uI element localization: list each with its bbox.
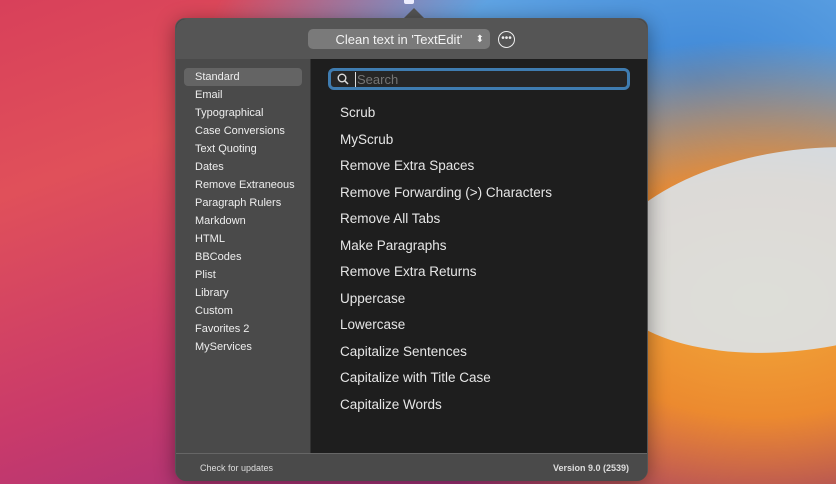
action-item[interactable]: Scrub [328, 100, 630, 127]
sidebar-item[interactable]: Standard [184, 68, 302, 86]
action-item[interactable]: Remove Extra Spaces [328, 153, 630, 180]
sidebar-item[interactable]: MyServices [184, 338, 302, 356]
check-updates-link[interactable]: Check for updates [200, 463, 273, 473]
search-field[interactable] [328, 68, 630, 90]
popover-arrow [404, 8, 424, 18]
action-item[interactable]: MyScrub [328, 127, 630, 154]
version-label: Version 9.0 (2539) [552, 462, 629, 473]
category-sidebar: Standard Email Typographical Case Conversio… [176, 59, 311, 453]
sidebar-item[interactable]: Favorites 2 [184, 320, 302, 338]
header: Clean text in 'TextEdit' ⬍ ••• [176, 19, 647, 59]
sidebar-item[interactable]: Remove Extraneous [184, 176, 302, 194]
sidebar-item[interactable]: Custom [184, 302, 302, 320]
action-item[interactable]: Lowercase [328, 312, 630, 339]
search-icon [337, 73, 349, 85]
sidebar-item[interactable]: BBCodes [184, 248, 302, 266]
sidebar-item[interactable]: Library [184, 284, 302, 302]
sidebar-item[interactable]: Markdown [184, 212, 302, 230]
sidebar-item[interactable]: Text Quoting [184, 140, 302, 158]
action-item[interactable]: Capitalize Words [328, 392, 630, 419]
action-item[interactable]: Remove All Tabs [328, 206, 630, 233]
target-app-label: Clean text in 'TextEdit' [335, 31, 463, 47]
action-item[interactable]: Uppercase [328, 286, 630, 313]
action-item[interactable]: Make Paragraphs [328, 233, 630, 260]
action-item[interactable]: Remove Extra Returns [328, 259, 630, 286]
chevron-updown-icon: ⬍ [475, 33, 484, 45]
sidebar-item[interactable]: Paragraph Rulers [184, 194, 302, 212]
action-item[interactable]: Capitalize Sentences [328, 339, 630, 366]
menubar-app-icon[interactable] [404, 0, 414, 4]
sidebar-item[interactable]: HTML [184, 230, 302, 248]
actions-list: Scrub MyScrub Remove Extra Spaces Remove Fo… [328, 100, 630, 418]
search-input[interactable] [355, 71, 615, 87]
popover-panel: Clean text in 'TextEdit' ⬍ ••• Standard Em… [175, 18, 648, 481]
footer: Check for updates Version 9.0 (2539) [176, 453, 647, 481]
action-item[interactable]: Capitalize with Title Case [328, 365, 630, 392]
sidebar-item[interactable]: Dates [184, 158, 302, 176]
sidebar-item[interactable]: Typographical [184, 104, 302, 122]
more-options-icon[interactable]: ••• [498, 30, 515, 48]
sidebar-item[interactable]: Plist [184, 266, 302, 284]
actions-pane: ScrubMyScrubRemove Extra SpacesRemove Fo… [311, 59, 647, 453]
action-item[interactable]: Remove Forwarding (>) Characters [328, 180, 630, 207]
target-app-popup[interactable]: Clean text in 'TextEdit' ⬍ [308, 29, 490, 49]
sidebar-item[interactable]: Email [184, 86, 302, 104]
sidebar-item[interactable]: Case Conversions [184, 122, 302, 140]
